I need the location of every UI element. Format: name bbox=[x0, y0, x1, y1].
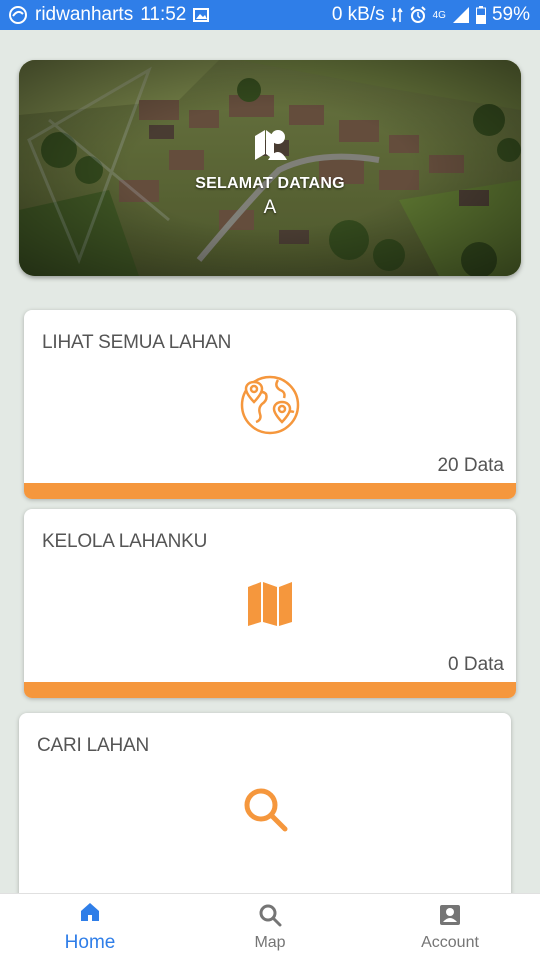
card-title: KELOLA LAHANKU bbox=[42, 531, 208, 552]
browser-icon bbox=[8, 5, 28, 25]
status-bar: ridwanharts 11:52 0 kB/s 4G 59% bbox=[0, 0, 540, 30]
manage-my-land-card[interactable]: KELOLA LAHANKU 0 Data bbox=[24, 509, 516, 698]
land-count: 20 Data bbox=[437, 455, 504, 476]
card-accent-bar bbox=[24, 682, 516, 698]
battery-icon bbox=[475, 6, 486, 24]
clock: 11:52 bbox=[140, 4, 187, 25]
alarm-icon bbox=[409, 6, 427, 24]
card-accent-bar bbox=[24, 483, 516, 499]
carrier-label: ridwanharts bbox=[35, 4, 134, 25]
network-speed: 0 kB/s bbox=[331, 4, 385, 25]
welcome-banner: SELAMAT DATANG A bbox=[19, 60, 521, 276]
nav-map[interactable]: Map bbox=[180, 894, 360, 960]
my-land-count: 0 Data bbox=[448, 654, 504, 675]
user-avatar-icon bbox=[252, 128, 288, 167]
search-icon bbox=[241, 785, 289, 838]
search-icon bbox=[258, 903, 282, 932]
account-icon bbox=[438, 903, 462, 932]
welcome-title: SELAMAT DATANG bbox=[195, 174, 345, 192]
globe-pin-icon bbox=[238, 372, 302, 441]
bottom-navigation: Home Map Account bbox=[0, 893, 540, 960]
card-title: CARI LAHAN bbox=[37, 735, 150, 756]
nav-account-label: Account bbox=[421, 933, 479, 951]
view-all-land-card[interactable]: LIHAT SEMUA LAHAN 20 Data bbox=[24, 310, 516, 499]
home-icon bbox=[78, 900, 102, 930]
battery-level: 59% bbox=[491, 4, 530, 25]
signal-icon bbox=[452, 6, 470, 24]
card-title: LIHAT SEMUA LAHAN bbox=[42, 332, 232, 353]
search-land-card[interactable]: CARI LAHAN bbox=[19, 713, 511, 913]
user-name: A bbox=[263, 196, 277, 218]
nav-account[interactable]: Account bbox=[360, 894, 540, 960]
nav-home[interactable]: Home bbox=[0, 894, 180, 960]
map-icon bbox=[246, 579, 294, 632]
nav-home-label: Home bbox=[64, 932, 116, 953]
data-transfer-icon bbox=[391, 7, 403, 23]
nav-map-label: Map bbox=[254, 933, 286, 951]
network-type: 4G bbox=[432, 9, 446, 21]
image-icon bbox=[193, 8, 210, 22]
